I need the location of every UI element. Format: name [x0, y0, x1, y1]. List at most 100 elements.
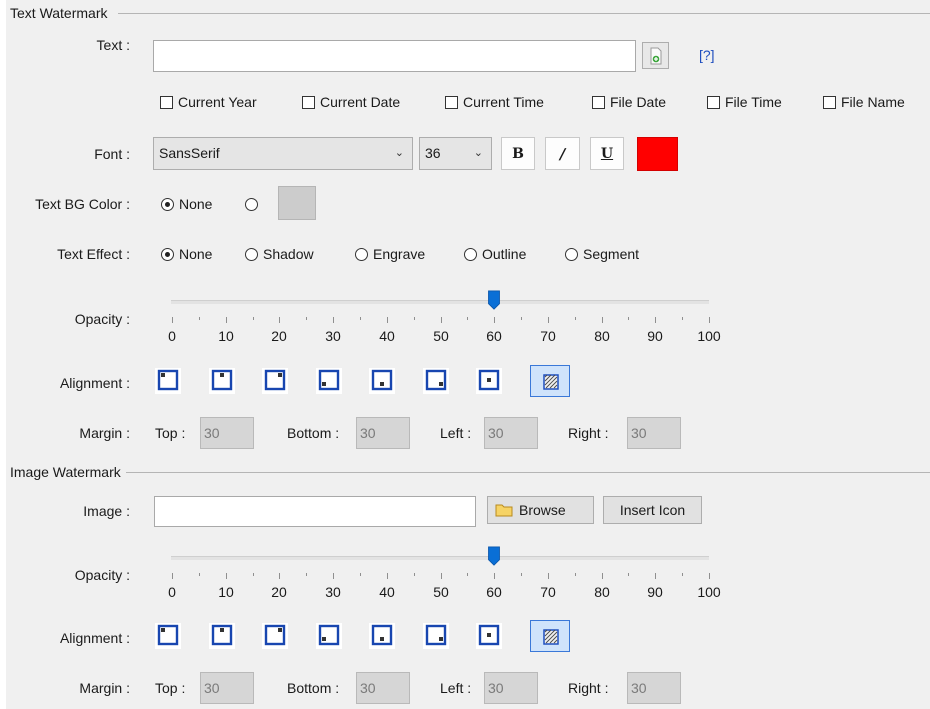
browse-button[interactable]: Browse: [487, 496, 594, 524]
slider-tick: [387, 317, 388, 323]
margin-right-label: Right :: [568, 425, 609, 441]
help-link[interactable]: [?]: [699, 47, 715, 63]
align-center-button[interactable]: [476, 623, 502, 649]
align-tile-button[interactable]: [530, 365, 570, 397]
align-tile-button[interactable]: [530, 620, 570, 652]
insert-icon-button[interactable]: Insert Icon: [603, 496, 702, 524]
slider-tick-label: 30: [325, 584, 341, 600]
checkbox-current-year[interactable]: Current Year: [160, 94, 257, 110]
font-label: Font :: [94, 146, 130, 162]
margin-right-input[interactable]: 30: [627, 417, 681, 449]
effect-none-radio[interactable]: None: [161, 246, 212, 262]
margin-bottom-input[interactable]: 30: [356, 672, 410, 704]
margin-bottom-label: Bottom :: [287, 425, 340, 441]
font-family-select[interactable]: SansSerif ⌄: [153, 137, 413, 170]
slider-thumb[interactable]: [487, 290, 501, 310]
slider-tick-label: 100: [697, 584, 721, 600]
align-top-right-button[interactable]: [262, 368, 288, 394]
align-bottom-center-icon: [371, 369, 393, 391]
effect-shadow-radio[interactable]: Shadow: [245, 246, 314, 262]
align-top-center-button[interactable]: [209, 623, 235, 649]
align-top-right-button[interactable]: [262, 623, 288, 649]
slider-tick-label: 50: [433, 584, 449, 600]
align-bottom-center-button[interactable]: [369, 368, 395, 394]
slider-tick: [172, 573, 173, 579]
bold-button[interactable]: B: [501, 137, 535, 170]
align-center-button[interactable]: [476, 368, 502, 394]
insert-file-icon: [650, 47, 661, 64]
align-bottom-left-button[interactable]: [316, 623, 342, 649]
checkbox-box[interactable]: [592, 96, 605, 109]
effect-segment-radio[interactable]: Segment: [565, 246, 639, 262]
slider-thumb[interactable]: [487, 546, 501, 566]
margin-top-input[interactable]: 30: [200, 672, 254, 704]
slider-tick-label: 20: [271, 584, 287, 600]
slider-tick: [548, 317, 549, 323]
checkbox-box[interactable]: [160, 96, 173, 109]
radio-dot[interactable]: [161, 248, 174, 261]
radio-dot[interactable]: [245, 248, 258, 261]
slider-tick-label: 10: [218, 584, 234, 600]
text-watermark-section-title: Text Watermark: [10, 5, 108, 21]
align-bottom-right-button[interactable]: [423, 368, 449, 394]
slider-track[interactable]: [171, 300, 709, 304]
slider-tick-label: 70: [540, 328, 556, 344]
radio-dot[interactable]: [355, 248, 368, 261]
align-top-left-button[interactable]: [155, 623, 181, 649]
radio-dot[interactable]: [565, 248, 578, 261]
insert-file-button[interactable]: [642, 42, 669, 69]
opacity-label: Opacity :: [74, 567, 130, 583]
slider-tick: [441, 573, 442, 579]
checkbox-box[interactable]: [445, 96, 458, 109]
slider-tick-label: 60: [486, 328, 502, 344]
slider-tick: [360, 573, 361, 576]
radio-dot[interactable]: [464, 248, 477, 261]
margin-left-input[interactable]: 30: [484, 672, 538, 704]
align-top-center-button[interactable]: [209, 368, 235, 394]
image-path-input[interactable]: [154, 496, 476, 527]
checkbox-file-date[interactable]: File Date: [592, 94, 666, 110]
slider-tick: [602, 317, 603, 323]
checkbox-file-name[interactable]: File Name: [823, 94, 905, 110]
checkbox-box[interactable]: [823, 96, 836, 109]
watermark-text-input[interactable]: [153, 40, 636, 72]
radio-dot[interactable]: [161, 198, 174, 211]
align-bottom-center-button[interactable]: [369, 623, 395, 649]
text-label: Text :: [96, 37, 130, 53]
effect-outline-radio[interactable]: Outline: [464, 246, 526, 262]
checkbox-current-time[interactable]: Current Time: [445, 94, 544, 110]
align-top-left-button[interactable]: [155, 368, 181, 394]
italic-button[interactable]: ∕: [545, 137, 580, 170]
checkbox-box[interactable]: [707, 96, 720, 109]
slider-tick: [467, 573, 468, 576]
margin-top-input[interactable]: 30: [200, 417, 254, 449]
slider-tick: [467, 317, 468, 320]
slider-tick: [253, 317, 254, 320]
slider-track[interactable]: [171, 556, 709, 560]
align-bottom-right-icon: [425, 624, 447, 646]
bg-none-radio[interactable]: None: [161, 196, 212, 212]
radio-dot[interactable]: [245, 198, 258, 211]
checkbox-box[interactable]: [302, 96, 315, 109]
font-size-select[interactable]: 36 ⌄: [419, 137, 492, 170]
slider-tick-label: 70: [540, 584, 556, 600]
slider-tick: [226, 317, 227, 323]
slider-tick: [199, 317, 200, 320]
font-color-swatch[interactable]: [637, 137, 678, 171]
slider-tick: [253, 573, 254, 576]
margin-left-label: Left :: [440, 680, 472, 696]
underline-button[interactable]: U: [590, 137, 624, 170]
checkbox-current-date[interactable]: Current Date: [302, 94, 400, 110]
align-bottom-left-icon: [318, 369, 340, 391]
margin-right-input[interactable]: 30: [627, 672, 681, 704]
margin-bottom-input[interactable]: 30: [356, 417, 410, 449]
bg-color-radio[interactable]: [245, 196, 263, 212]
effect-engrave-radio[interactable]: Engrave: [355, 246, 425, 262]
slider-tick-label: 80: [594, 584, 610, 600]
checkbox-file-time[interactable]: File Time: [707, 94, 782, 110]
margin-left-input[interactable]: 30: [484, 417, 538, 449]
align-bottom-right-button[interactable]: [423, 623, 449, 649]
bg-color-swatch[interactable]: [278, 186, 316, 220]
slider-tick-label: 90: [647, 328, 663, 344]
align-bottom-left-button[interactable]: [316, 368, 342, 394]
